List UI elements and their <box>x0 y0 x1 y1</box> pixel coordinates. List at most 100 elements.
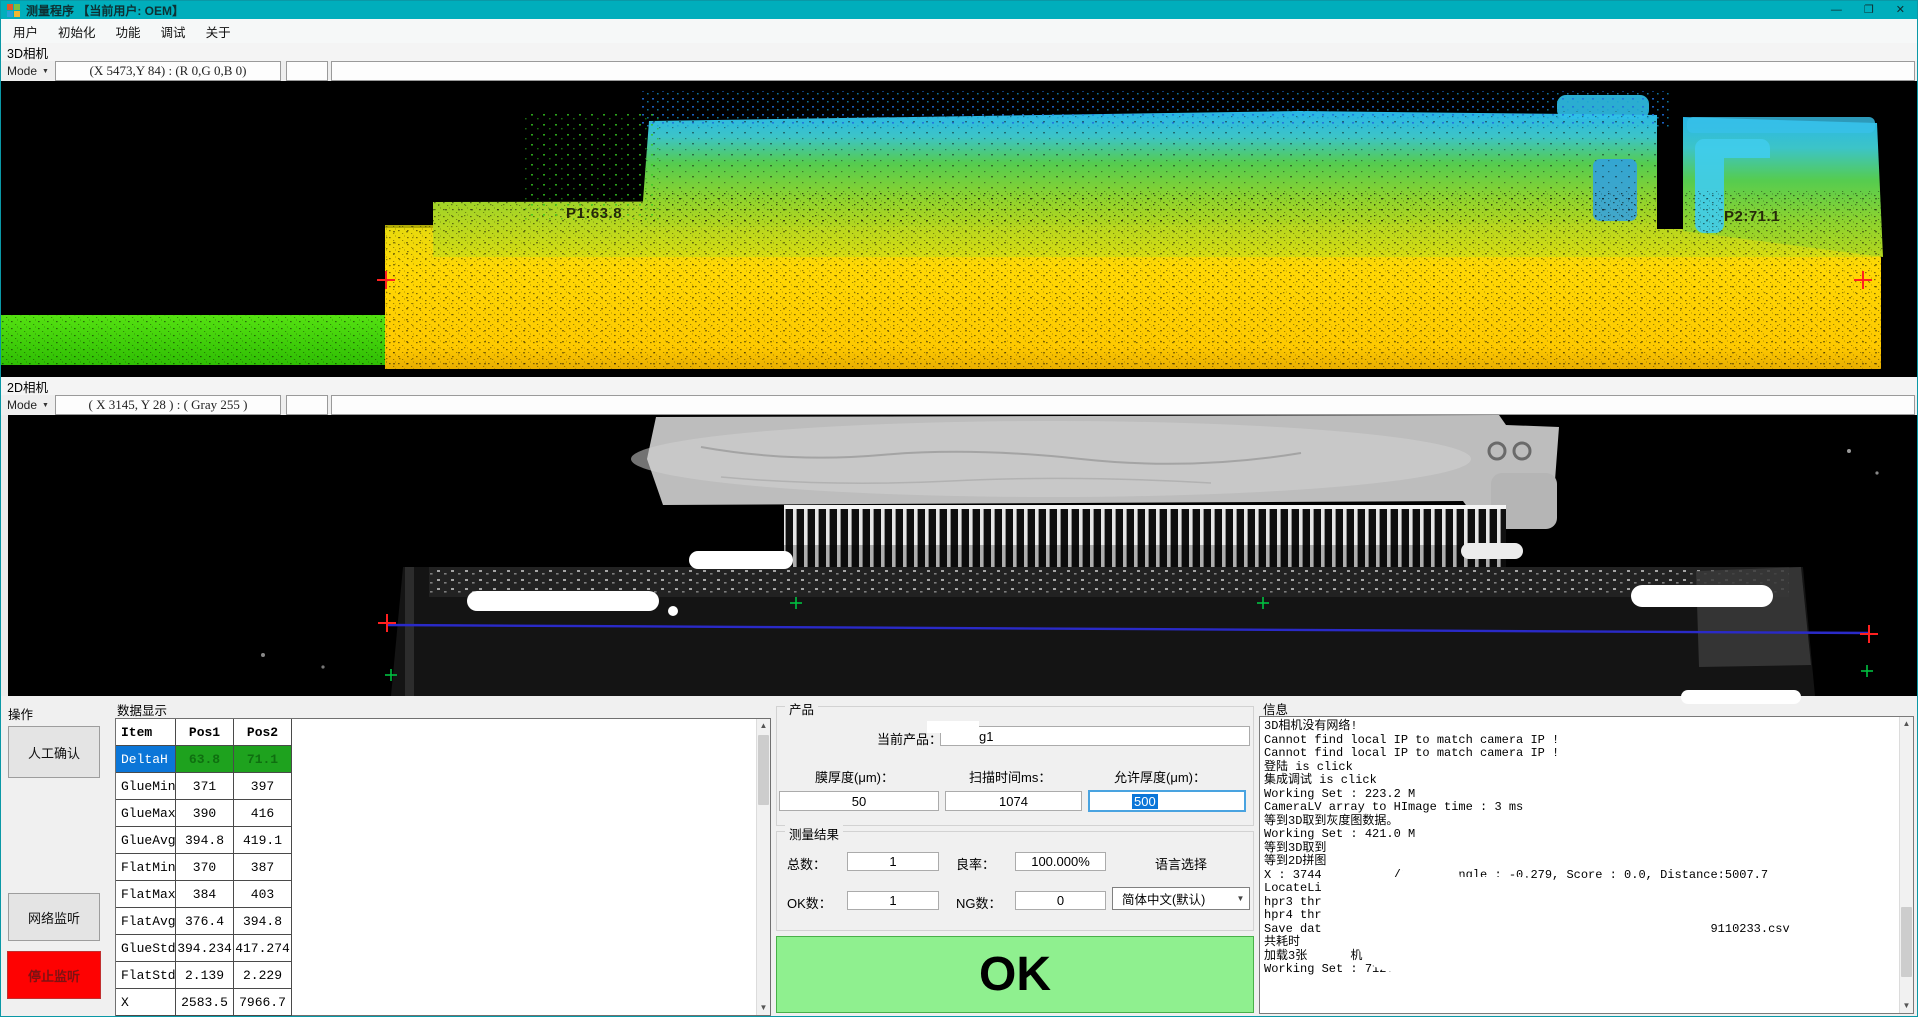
menu-init[interactable]: 初始化 <box>48 19 106 44</box>
table-cell: 2583.5 <box>176 989 234 1016</box>
product-label: 产品 <box>785 699 818 718</box>
table-row[interactable]: FlatAvg376.4394.8 <box>116 908 292 935</box>
scan-time-label: 扫描时间ms： <box>969 767 1051 786</box>
stop-listen-button[interactable]: 停止监听 <box>7 951 101 999</box>
table-cell: 394.8 <box>234 908 292 935</box>
minimize-button[interactable]: — <box>1831 1 1842 19</box>
camera2d-mode-button[interactable]: Mode ▼ <box>1 395 55 415</box>
table-cell: FlatMax <box>116 881 176 908</box>
table-cell: 376.4 <box>176 908 234 935</box>
table-cell: X <box>116 989 176 1016</box>
manual-confirm-button[interactable]: 人工确认 <box>8 726 100 778</box>
redaction-blob <box>1448 945 1768 960</box>
film-thickness-label: 膜厚度(μm)： <box>815 767 894 786</box>
results-groupbox: 测量结果 总数： 1 良率： 100.000% 语言选择 OK数： 1 NG数：… <box>776 831 1254 931</box>
language-combobox[interactable]: 简体中文(默认) ▼ <box>1112 887 1250 910</box>
log-scrollbar[interactable]: ▲ ▼ <box>1899 717 1913 1013</box>
data-display-label: 数据显示 <box>117 700 167 719</box>
table-scrollbar[interactable]: ▲ ▼ <box>756 719 770 1015</box>
ok-count-field[interactable]: 1 <box>847 891 939 910</box>
app-icon <box>7 4 20 17</box>
camera3d-modebar: Mode ▼ (X 5473,Y 84) : (R 0,G 0,B 0) <box>1 61 1917 81</box>
table-row[interactable]: GlueAvg394.8419.1 <box>116 827 292 854</box>
log-line: Working Set : 223.2 M <box>1264 788 1897 802</box>
menu-user[interactable]: 用户 <box>3 19 48 44</box>
camera3d-coordinate-readout: (X 5473,Y 84) : (R 0,G 0,B 0) <box>55 61 281 81</box>
selected-text: 500 <box>1132 794 1158 809</box>
log-line: 等到2D拼图 <box>1264 855 1897 869</box>
yield-field[interactable]: 100.000% <box>1015 852 1106 871</box>
scroll-down-icon[interactable]: ▼ <box>1900 999 1913 1013</box>
table-row[interactable]: FlatMin370387 <box>116 854 292 881</box>
table-cell: 397 <box>234 773 292 800</box>
table-cell: 390 <box>176 800 234 827</box>
scroll-up-icon[interactable]: ▲ <box>1900 717 1913 731</box>
camera2d-view[interactable] <box>1 415 1917 696</box>
log-line: Cannot find local IP to match camera IP … <box>1264 734 1897 748</box>
redaction-blob <box>927 721 979 733</box>
log-line: Cannot find local IP to match camera IP … <box>1264 747 1897 761</box>
table-cell: 71.1 <box>234 746 292 773</box>
table-row[interactable]: FlatStd2.1392.229 <box>116 962 292 989</box>
info-log-box: 3D相机没有网络!Cannot find local IP to match c… <box>1259 716 1914 1014</box>
table-cell: 394.234 <box>176 935 234 962</box>
redaction-blob <box>1560 993 1710 1005</box>
camera3d-view[interactable]: P1:63.8 P2:71.1 <box>1 81 1917 377</box>
p2-measurement-label: P2:71.1 <box>1724 209 1780 225</box>
data-table: Item Pos1 Pos2 DeltaH63.871.1GlueMin3713… <box>115 718 771 1016</box>
camera3d-mode-button[interactable]: Mode ▼ <box>1 61 55 81</box>
current-product-field[interactable]: g1 <box>940 726 1250 746</box>
chevron-down-icon: ▼ <box>42 68 49 75</box>
table-cell: 403 <box>234 881 292 908</box>
heightmap-image <box>1 81 1918 377</box>
total-field[interactable]: 1 <box>847 852 939 871</box>
table-cell: GlueMax <box>116 800 176 827</box>
table-cell: 417.274 <box>234 935 292 962</box>
table-cell: FlatAvg <box>116 908 176 935</box>
maximize-button[interactable]: ❐ <box>1864 1 1874 19</box>
camera2d-modebar: Mode ▼ ( X 3145, Y 28 ) : ( Gray 255 ) <box>1 395 1917 415</box>
table-row[interactable]: FlatMax384403 <box>116 881 292 908</box>
table-cell: 416 <box>234 800 292 827</box>
result-status-box: OK <box>776 936 1254 1013</box>
log-line: X : 3744 /58 Angle : -0.279, Score : 0.0… <box>1264 869 1897 883</box>
scrollbar-thumb[interactable] <box>758 735 769 805</box>
film-thickness-field[interactable]: 50 <box>779 791 939 811</box>
table-cell: 384 <box>176 881 234 908</box>
ng-count-field[interactable]: 0 <box>1015 891 1106 910</box>
menu-about[interactable]: 关于 <box>196 19 241 44</box>
table-row[interactable]: GlueMin371397 <box>116 773 292 800</box>
table-row[interactable]: X2583.57966.7 <box>116 989 292 1016</box>
allow-thickness-field[interactable]: 500 <box>1088 790 1246 812</box>
log-line: LocateLi t : 0 <box>1264 882 1897 896</box>
camera2d-status-bar <box>331 395 1915 415</box>
table-header-row: Item Pos1 Pos2 <box>116 719 292 746</box>
network-listen-button[interactable]: 网络监听 <box>8 893 100 941</box>
language-select-label: 语言选择 <box>1155 854 1207 873</box>
table-cell: DeltaH <box>116 746 176 773</box>
table-cell: 371 <box>176 773 234 800</box>
column-header: Pos2 <box>234 719 292 746</box>
scroll-down-icon[interactable]: ▼ <box>757 1001 770 1015</box>
log-line: CameraLV array to HImage time : 3 ms <box>1264 801 1897 815</box>
scrollbar-thumb[interactable] <box>1901 907 1912 977</box>
table-cell: 387 <box>234 854 292 881</box>
log-line: 3D相机没有网络! <box>1264 720 1897 734</box>
table-row[interactable]: GlueMax390416 <box>116 800 292 827</box>
scroll-up-icon[interactable]: ▲ <box>757 719 770 733</box>
chevron-down-icon: ▼ <box>42 402 49 409</box>
log-line: 等到3D取到灰度图数据。 <box>1264 815 1897 829</box>
total-label: 总数： <box>787 854 826 873</box>
menu-function[interactable]: 功能 <box>106 19 151 44</box>
close-button[interactable]: ✕ <box>1896 1 1905 19</box>
table-row[interactable]: DeltaH63.871.1 <box>116 746 292 773</box>
title-bar: 测量程序 【当前用户: OEM】 — ❐ ✕ <box>1 1 1917 19</box>
table-cell: 370 <box>176 854 234 881</box>
redaction-blob <box>1400 862 1460 896</box>
scan-time-field[interactable]: 1074 <box>945 791 1082 811</box>
menu-debug[interactable]: 调试 <box>151 19 196 44</box>
log-line: Working Set : 421.0 M <box>1264 828 1897 842</box>
table-row[interactable]: GlueStd394.234417.274 <box>116 935 292 962</box>
p1-measurement-label: P1:63.8 <box>566 206 622 222</box>
bottom-panel: 操作 人工确认 网络监听 停止监听 数据显示 Item Pos1 Pos2 De… <box>1 696 1917 1017</box>
